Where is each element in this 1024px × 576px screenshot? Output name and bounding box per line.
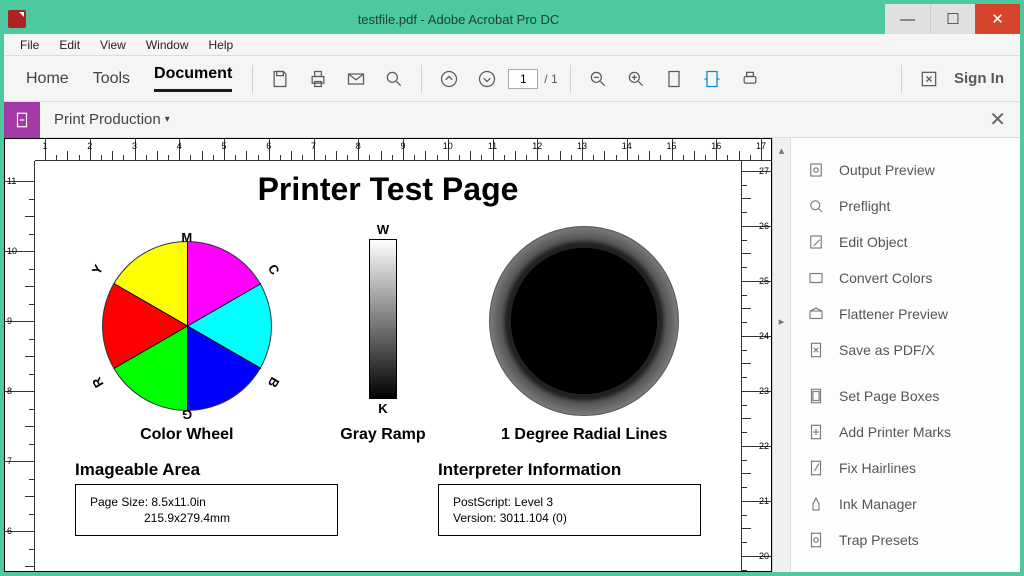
ruler-vertical-left: 11109876 <box>5 161 35 571</box>
mail-icon[interactable] <box>346 69 366 89</box>
page-title: Printer Test Page <box>35 171 741 208</box>
page-number-input[interactable] <box>508 69 538 89</box>
main-toolbar: Home Tools Document / 1 Sign In <box>4 56 1020 102</box>
menu-bar: File Edit View Window Help <box>4 34 1020 56</box>
fit-width-icon[interactable] <box>702 69 722 89</box>
scroll-handle-icon[interactable]: ▸ <box>779 315 785 328</box>
maximize-button[interactable]: ☐ <box>930 4 975 34</box>
gray-ramp-label: Gray Ramp <box>340 426 425 444</box>
pdf-icon <box>8 10 26 28</box>
radial-label: 1 Degree Radial Lines <box>501 426 667 444</box>
color-wheel: M C B G R Y <box>97 236 277 416</box>
save-icon[interactable] <box>270 69 290 89</box>
print-production-badge-icon <box>4 102 40 138</box>
menu-edit[interactable]: Edit <box>59 38 80 52</box>
ruler-vertical-right: 2726252423222120 <box>741 161 771 571</box>
close-tool-icon[interactable]: ✕ <box>989 107 1006 132</box>
scrollbar-vertical[interactable]: ▴ ▸ <box>772 138 790 572</box>
sidebar-item-trap-presets[interactable]: Trap Presets <box>791 522 1020 558</box>
sidebar-item-fix-hairlines[interactable]: Fix Hairlines <box>791 450 1020 486</box>
page-down-icon[interactable] <box>477 69 497 89</box>
imageable-box: Page Size: 8.5x11.0in 215.9x279.4mm <box>75 484 338 536</box>
interp-box: PostScript: Level 3 Version: 3011.104 (0… <box>438 484 701 536</box>
sign-in-button[interactable]: Sign In <box>954 70 1004 87</box>
sidebar-item-set-page-boxes[interactable]: Set Page Boxes <box>791 378 1020 414</box>
fit-page-icon[interactable] <box>664 69 684 89</box>
tool-subbar: Print Production ▾ ✕ <box>4 102 1020 138</box>
radial-lines <box>489 226 679 416</box>
sidebar-item-convert-colors[interactable]: Convert Colors <box>791 260 1020 296</box>
document-viewport[interactable]: 1234567891011121314151617 11109876 27262… <box>4 138 772 572</box>
menu-file[interactable]: File <box>20 38 39 52</box>
tab-document[interactable]: Document <box>154 65 232 92</box>
print-icon[interactable] <box>308 69 328 89</box>
page-total: / 1 <box>544 72 557 86</box>
interp-heading: Interpreter Information <box>438 460 701 480</box>
search-icon[interactable] <box>384 69 404 89</box>
print-production-icon[interactable] <box>740 69 760 89</box>
window-title: testfile.pdf - Adobe Acrobat Pro DC <box>32 12 885 27</box>
menu-view[interactable]: View <box>100 38 126 52</box>
sidebar-item-flattener-preview[interactable]: Flattener Preview <box>791 296 1020 332</box>
document-page: Printer Test Page M C B <box>35 161 741 571</box>
sidebar-item-ink-manager[interactable]: Ink Manager <box>791 486 1020 522</box>
zoom-out-icon[interactable] <box>588 69 608 89</box>
color-wheel-label: Color Wheel <box>140 426 233 444</box>
panel-toggle-icon[interactable] <box>919 69 939 89</box>
scroll-up-icon[interactable]: ▴ <box>779 144 785 157</box>
tools-sidebar: Output Preview Preflight Edit Object Con… <box>790 138 1020 572</box>
menu-help[interactable]: Help <box>209 38 234 52</box>
gray-ramp: W K <box>369 222 397 416</box>
minimize-button[interactable]: — <box>885 4 930 34</box>
sidebar-item-save-pdfx[interactable]: Save as PDF/X <box>791 332 1020 368</box>
close-button[interactable]: ✕ <box>975 4 1020 34</box>
ruler-horizontal: 1234567891011121314151617 <box>35 139 771 161</box>
zoom-in-icon[interactable] <box>626 69 646 89</box>
sidebar-item-preflight[interactable]: Preflight <box>791 188 1020 224</box>
sidebar-item-add-printer-marks[interactable]: Add Printer Marks <box>791 414 1020 450</box>
title-bar: testfile.pdf - Adobe Acrobat Pro DC — ☐ … <box>4 4 1020 34</box>
sidebar-item-output-preview[interactable]: Output Preview <box>791 152 1020 188</box>
page-up-icon[interactable] <box>439 69 459 89</box>
menu-window[interactable]: Window <box>146 38 189 52</box>
sidebar-item-edit-object[interactable]: Edit Object <box>791 224 1020 260</box>
chevron-down-icon[interactable]: ▾ <box>165 114 170 125</box>
tab-tools[interactable]: Tools <box>93 70 130 88</box>
tab-home[interactable]: Home <box>26 70 69 88</box>
subbar-label[interactable]: Print Production <box>54 111 161 128</box>
imageable-heading: Imageable Area <box>75 460 338 480</box>
